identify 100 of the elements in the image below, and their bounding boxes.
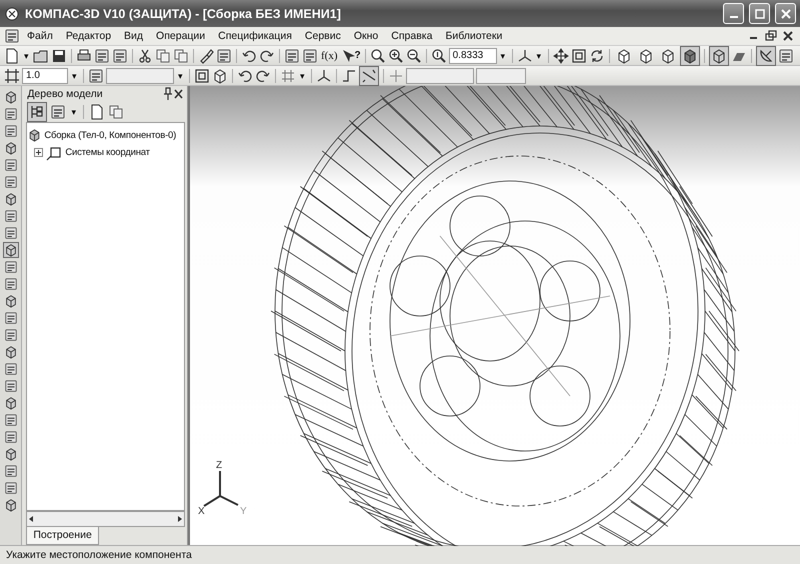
save-icon[interactable] <box>51 48 67 64</box>
copy-icon[interactable] <box>155 48 171 64</box>
minimize-icon <box>730 16 738 18</box>
tool-button[interactable] <box>2 123 19 139</box>
menu-item[interactable]: Библиотеки <box>439 29 508 43</box>
menu-item[interactable]: Вид <box>118 29 150 43</box>
tool-button[interactable] <box>2 361 19 377</box>
layer-field[interactable] <box>106 68 174 84</box>
fit-frame-icon[interactable] <box>570 48 587 64</box>
snap-icon <box>361 68 377 84</box>
panel-tab[interactable]: Построение <box>26 527 99 545</box>
dropdown-caret[interactable]: ▾ <box>534 50 544 60</box>
function-button[interactable]: f(x) <box>320 50 338 62</box>
menu-item[interactable]: Редактор <box>60 29 118 43</box>
close-button[interactable] <box>775 3 796 24</box>
tool-icon <box>4 209 18 223</box>
menu-item[interactable]: Операции <box>150 29 212 43</box>
tool-button[interactable] <box>2 412 19 428</box>
tool-button[interactable] <box>2 310 19 326</box>
tool-icon <box>4 226 18 240</box>
tree-item[interactable]: Системы координат <box>65 147 150 158</box>
frame-icon[interactable] <box>194 68 210 84</box>
snap-toggle-button[interactable] <box>359 66 379 86</box>
tool-icon <box>4 90 18 104</box>
line-style-field[interactable]: 1.0 <box>22 68 68 84</box>
tool-button[interactable] <box>2 480 19 496</box>
tool-icon <box>4 498 18 512</box>
cube-icon[interactable] <box>212 68 228 84</box>
dropdown-caret[interactable]: ▾ <box>69 107 78 117</box>
rotate-icon[interactable] <box>588 48 605 64</box>
tool-button[interactable] <box>2 106 19 122</box>
value-field[interactable] <box>476 68 526 84</box>
satellite-dish-icon <box>758 48 774 64</box>
printer-icon[interactable] <box>76 48 92 64</box>
tool-button[interactable] <box>2 174 19 190</box>
scroll-right-icon[interactable] <box>176 515 184 523</box>
tool-button[interactable] <box>2 429 19 445</box>
tool-icon <box>4 430 18 444</box>
tool-icon <box>4 192 18 206</box>
list-icon[interactable] <box>216 48 232 64</box>
menu-item[interactable]: Файл <box>21 29 59 43</box>
app-logo-icon <box>4 6 20 22</box>
zoom-window-icon[interactable] <box>370 48 386 64</box>
dropdown-caret[interactable]: ▾ <box>498 50 508 60</box>
dropdown-caret[interactable]: ▾ <box>70 70 79 80</box>
axes-icon[interactable] <box>516 48 533 64</box>
value-field[interactable] <box>406 68 474 84</box>
assembly-icon <box>28 129 42 142</box>
tool-button[interactable] <box>2 208 19 224</box>
axes-icon[interactable] <box>316 68 332 84</box>
menu-item[interactable]: Сервис <box>298 29 347 43</box>
maximize-button[interactable] <box>749 3 770 24</box>
status-text: Укажите местоположение компонента <box>6 549 192 561</box>
tool-button[interactable] <box>2 259 19 275</box>
display-mode-button[interactable] <box>680 46 700 66</box>
horizontal-scrollbar[interactable] <box>26 511 185 527</box>
tool-button[interactable] <box>2 463 19 479</box>
maximize-icon <box>754 8 764 18</box>
zoom-scale-icon[interactable] <box>430 48 447 64</box>
dropdown-caret[interactable]: ▾ <box>22 50 31 60</box>
scroll-left-icon[interactable] <box>27 515 36 523</box>
menu-item[interactable]: Спецификация <box>212 29 298 43</box>
tool-icon <box>4 294 18 308</box>
tool-button[interactable] <box>2 225 19 241</box>
tool-icon <box>4 141 18 155</box>
tree-item[interactable]: Сборка (Тел-0, Компонентов-0) <box>44 130 176 141</box>
brush-icon[interactable] <box>198 48 214 64</box>
grid-snap-icon[interactable] <box>4 68 20 84</box>
tool-button[interactable] <box>2 327 19 343</box>
move-icon[interactable] <box>552 48 569 64</box>
tool-icon <box>4 243 18 257</box>
tool-button[interactable] <box>2 378 19 394</box>
model-toggle-button[interactable] <box>756 46 776 66</box>
dropdown-caret[interactable]: ▾ <box>176 70 185 80</box>
zoom-in-icon[interactable] <box>388 48 404 64</box>
menu-item[interactable]: Справка <box>385 29 438 43</box>
document-icon[interactable] <box>112 48 128 64</box>
tool-button[interactable] <box>2 242 19 258</box>
document-icon[interactable] <box>4 28 20 44</box>
tree-view-button[interactable] <box>27 102 48 122</box>
paste-icon[interactable] <box>173 48 189 64</box>
axis-label: Y <box>240 506 247 517</box>
expand-toggle[interactable] <box>34 148 44 157</box>
list-icon[interactable] <box>50 104 66 120</box>
cube-icon <box>638 48 654 64</box>
cut-icon[interactable] <box>137 48 153 64</box>
step-line-icon[interactable] <box>341 68 357 84</box>
help-button[interactable]: ? <box>354 50 361 61</box>
grid-icon[interactable] <box>280 68 296 84</box>
documents-icon[interactable] <box>108 104 124 120</box>
tool-icon <box>4 481 18 495</box>
document-icon[interactable] <box>89 104 106 120</box>
tool-button[interactable] <box>2 157 19 173</box>
zoom-out-icon[interactable] <box>406 48 422 64</box>
minimize-button[interactable] <box>723 3 744 24</box>
zoom-field[interactable]: 0.8333 <box>448 48 497 64</box>
tool-button[interactable] <box>2 276 19 292</box>
perspective-button[interactable] <box>708 46 729 66</box>
menu-item[interactable]: Окно <box>348 29 384 43</box>
dropdown-caret[interactable]: ▾ <box>298 70 307 80</box>
